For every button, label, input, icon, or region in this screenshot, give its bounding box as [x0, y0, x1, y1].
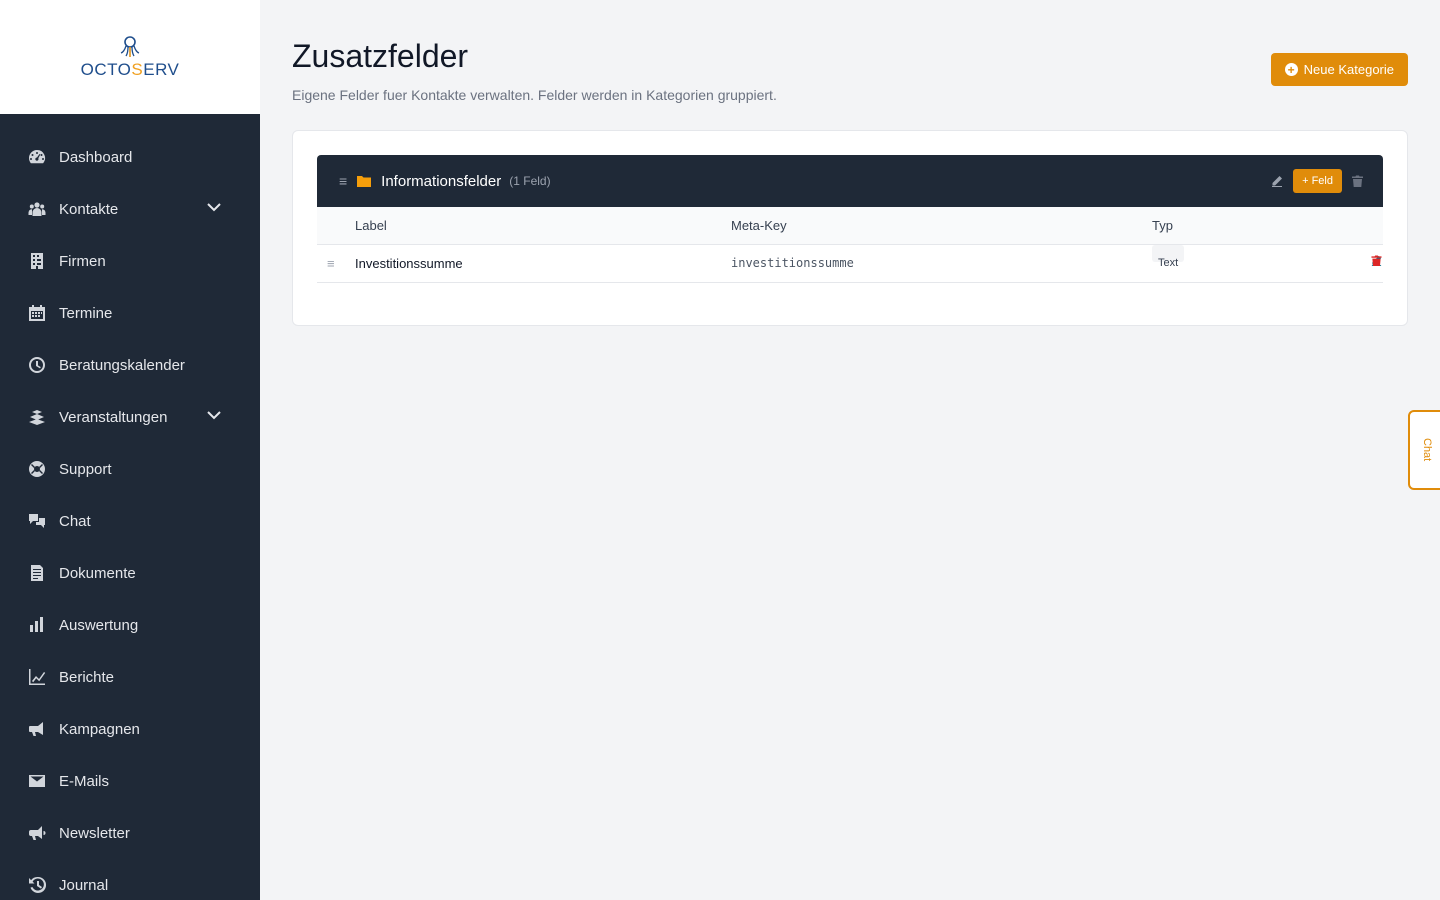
- sidebar-item-veranstaltungen[interactable]: Veranstaltungen: [0, 391, 260, 443]
- comments-icon: [28, 512, 46, 530]
- sidebar-item-chat[interactable]: Chat: [0, 495, 260, 547]
- sidebar-item-label: Dokumente: [59, 564, 136, 582]
- users-icon: [28, 200, 46, 218]
- sidebar-item-dokumente[interactable]: Dokumente: [0, 547, 260, 599]
- sidebar-item-support[interactable]: Support: [0, 443, 260, 495]
- sidebar-item-label: Termine: [59, 304, 113, 322]
- new-category-label: Neue Kategorie: [1303, 62, 1394, 77]
- lifering-icon: [28, 460, 46, 478]
- bullhorn-icon: [28, 824, 46, 842]
- line-chart-icon: [28, 668, 46, 686]
- sidebar-item-label: Chat: [59, 512, 91, 530]
- logo-text: OCTOSERV: [80, 60, 180, 79]
- sidebar-item-journal[interactable]: Journal: [0, 859, 260, 900]
- sidebar-item-label: Firmen: [59, 252, 106, 270]
- drag-handle-icon[interactable]: ≡: [339, 174, 347, 188]
- table-row: ≡ Investitionssumme investitionssumme Te…: [317, 245, 1383, 283]
- sidebar-item-termine[interactable]: Termine: [0, 287, 260, 339]
- chat-tab[interactable]: Chat: [1408, 410, 1440, 490]
- sidebar-item-label: Kampagnen: [59, 720, 140, 738]
- column-header-type: Typ: [1152, 218, 1173, 233]
- field-type-badge: Text: [1152, 245, 1185, 269]
- new-category-button[interactable]: + Neue Kategorie: [1270, 53, 1408, 86]
- chevron-down-icon[interactable]: [206, 199, 222, 219]
- building-icon: [28, 252, 46, 270]
- delete-field-trash-icon[interactable]: [1371, 255, 1382, 266]
- drag-handle-icon[interactable]: ≡: [327, 245, 335, 282]
- envelope-icon: [28, 772, 46, 790]
- sidebar-item-label: Auswertung: [59, 616, 139, 634]
- calendar-icon: [28, 304, 46, 322]
- folder-icon: [357, 175, 372, 187]
- fields-table-header: Label Meta-Key Typ: [317, 207, 1383, 245]
- clock-icon: [28, 356, 46, 374]
- logo[interactable]: OCTOSERV: [0, 0, 260, 114]
- field-label: Investitionssumme: [355, 256, 463, 271]
- octopus-logo-icon: [120, 36, 140, 57]
- column-header-label: Label: [355, 218, 387, 233]
- sidebar-item-firmen[interactable]: Firmen: [0, 235, 260, 287]
- sidebar-item-label: Kontakte: [59, 200, 119, 218]
- history-icon: [28, 876, 46, 894]
- sidebar-item-dashboard[interactable]: Dashboard: [0, 131, 260, 183]
- sidebar-item-label: Beratungskalender: [59, 356, 185, 374]
- page-title: Zusatzfelder: [292, 38, 469, 74]
- sidebar-item-label: Dashboard: [59, 148, 133, 166]
- column-header-meta-key: Meta-Key: [731, 218, 787, 233]
- sidebar-item-beratungskalender[interactable]: Beratungskalender: [0, 339, 260, 391]
- sidebar-item-label: Newsletter: [59, 824, 130, 842]
- sidebar-item-kontakte[interactable]: Kontakte: [0, 183, 260, 235]
- sidebar-item-label: Veranstaltungen: [59, 408, 168, 426]
- dashboard-icon: [28, 148, 46, 166]
- megaphone-icon: [28, 720, 46, 738]
- category-actions: + Feld: [1271, 169, 1363, 193]
- sidebar-item-label: E-Mails: [59, 772, 110, 790]
- sidebar-item-auswertung[interactable]: Auswertung: [0, 599, 260, 651]
- main-content: Zusatzfelder Eigene Felder fuer Kontakte…: [260, 0, 1440, 900]
- category-name: Informationsfelder: [381, 172, 502, 190]
- events-icon: [28, 408, 46, 426]
- sidebar-item-newsletter[interactable]: Newsletter: [0, 807, 260, 859]
- add-field-button[interactable]: + Feld: [1293, 169, 1342, 193]
- sidebar-nav: Dashboard Kontakte Firmen Termine Beratu…: [0, 131, 260, 900]
- page-subtitle: Eigene Felder fuer Kontakte verwalten. F…: [292, 87, 777, 103]
- sidebar-item-label: Journal: [59, 876, 109, 894]
- chat-tab-label: Chat: [1421, 438, 1433, 462]
- delete-category-trash-icon[interactable]: [1352, 175, 1363, 187]
- chevron-down-icon[interactable]: [206, 407, 222, 427]
- sidebar-item-e-mails[interactable]: E-Mails: [0, 755, 260, 807]
- edit-category-pencil-icon[interactable]: [1271, 175, 1283, 187]
- sidebar-item-berichte[interactable]: Berichte: [0, 651, 260, 703]
- sidebar: OCTOSERV Dashboard Kontakte Firmen Termi…: [0, 0, 260, 900]
- plus-circle-icon: +: [1284, 63, 1298, 76]
- category-field-count: (1 Feld): [509, 174, 551, 188]
- bar-chart-icon: [28, 616, 46, 634]
- categories-card: ≡ Informationsfelder (1 Feld) + Feld Lab…: [292, 130, 1408, 326]
- field-meta-key: investitionssumme: [731, 256, 854, 270]
- document-icon: [28, 564, 46, 582]
- category-header: ≡ Informationsfelder (1 Feld) + Feld: [317, 155, 1383, 207]
- sidebar-item-label: Support: [59, 460, 112, 478]
- sidebar-item-kampagnen[interactable]: Kampagnen: [0, 703, 260, 755]
- sidebar-item-label: Berichte: [59, 668, 115, 686]
